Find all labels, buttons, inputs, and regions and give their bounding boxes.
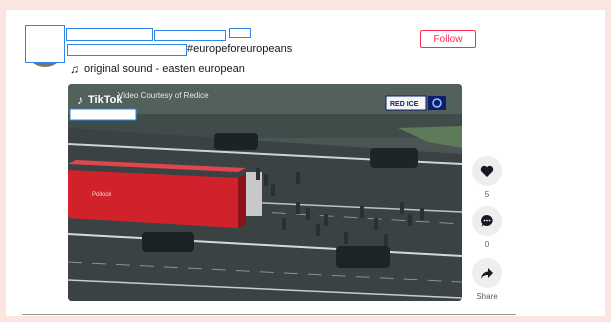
like-count: 5 <box>484 190 490 199</box>
author-handle-redaction <box>154 30 226 41</box>
like-button[interactable] <box>472 156 502 186</box>
share-button[interactable] <box>472 258 502 288</box>
username-redaction <box>69 108 137 121</box>
badge-text: RED ICE <box>390 101 419 108</box>
caption-hashtag[interactable]: #europeforeuropeans <box>187 43 292 55</box>
comment-count: 0 <box>484 240 490 249</box>
video-frame: Pollock ♪ TikTok Video Courtesy of Redic… <box>68 84 462 301</box>
author-meta-redaction <box>229 28 251 38</box>
vehicle-car <box>214 133 258 150</box>
vehicle-car <box>142 232 194 252</box>
post-divider <box>22 314 516 315</box>
truck-logo-text: Pollock <box>92 192 112 198</box>
follow-button[interactable]: Follow <box>420 30 476 48</box>
channel-badge: RED ICE <box>385 95 446 111</box>
heart-icon <box>480 165 494 177</box>
author-name-redaction <box>66 28 153 41</box>
share-arrow-icon <box>481 267 493 279</box>
video-credit-text: Video Courtesy of Redice <box>118 91 209 100</box>
vehicle-car <box>370 148 418 168</box>
comment-action[interactable]: 0 <box>470 206 504 249</box>
post-card: #europeforeuropeans ♫ original sound - e… <box>6 10 605 316</box>
video-player[interactable]: Pollock ♪ TikTok Video Courtesy of Redic… <box>68 84 462 301</box>
comment-icon <box>481 215 493 227</box>
sound-label: original sound - easten european <box>84 63 245 75</box>
music-note-icon: ♫ <box>70 62 79 76</box>
comment-button[interactable] <box>472 206 502 236</box>
tiktok-logo-icon: ♪ <box>77 93 83 107</box>
share-action[interactable]: Share <box>470 258 504 301</box>
caption-redaction <box>67 44 187 56</box>
share-label: Share <box>476 292 498 301</box>
like-action[interactable]: 5 <box>470 156 504 199</box>
sound-link[interactable]: ♫ original sound - easten european <box>70 62 245 76</box>
vehicle-car <box>336 246 390 268</box>
avatar-redaction <box>25 25 65 63</box>
